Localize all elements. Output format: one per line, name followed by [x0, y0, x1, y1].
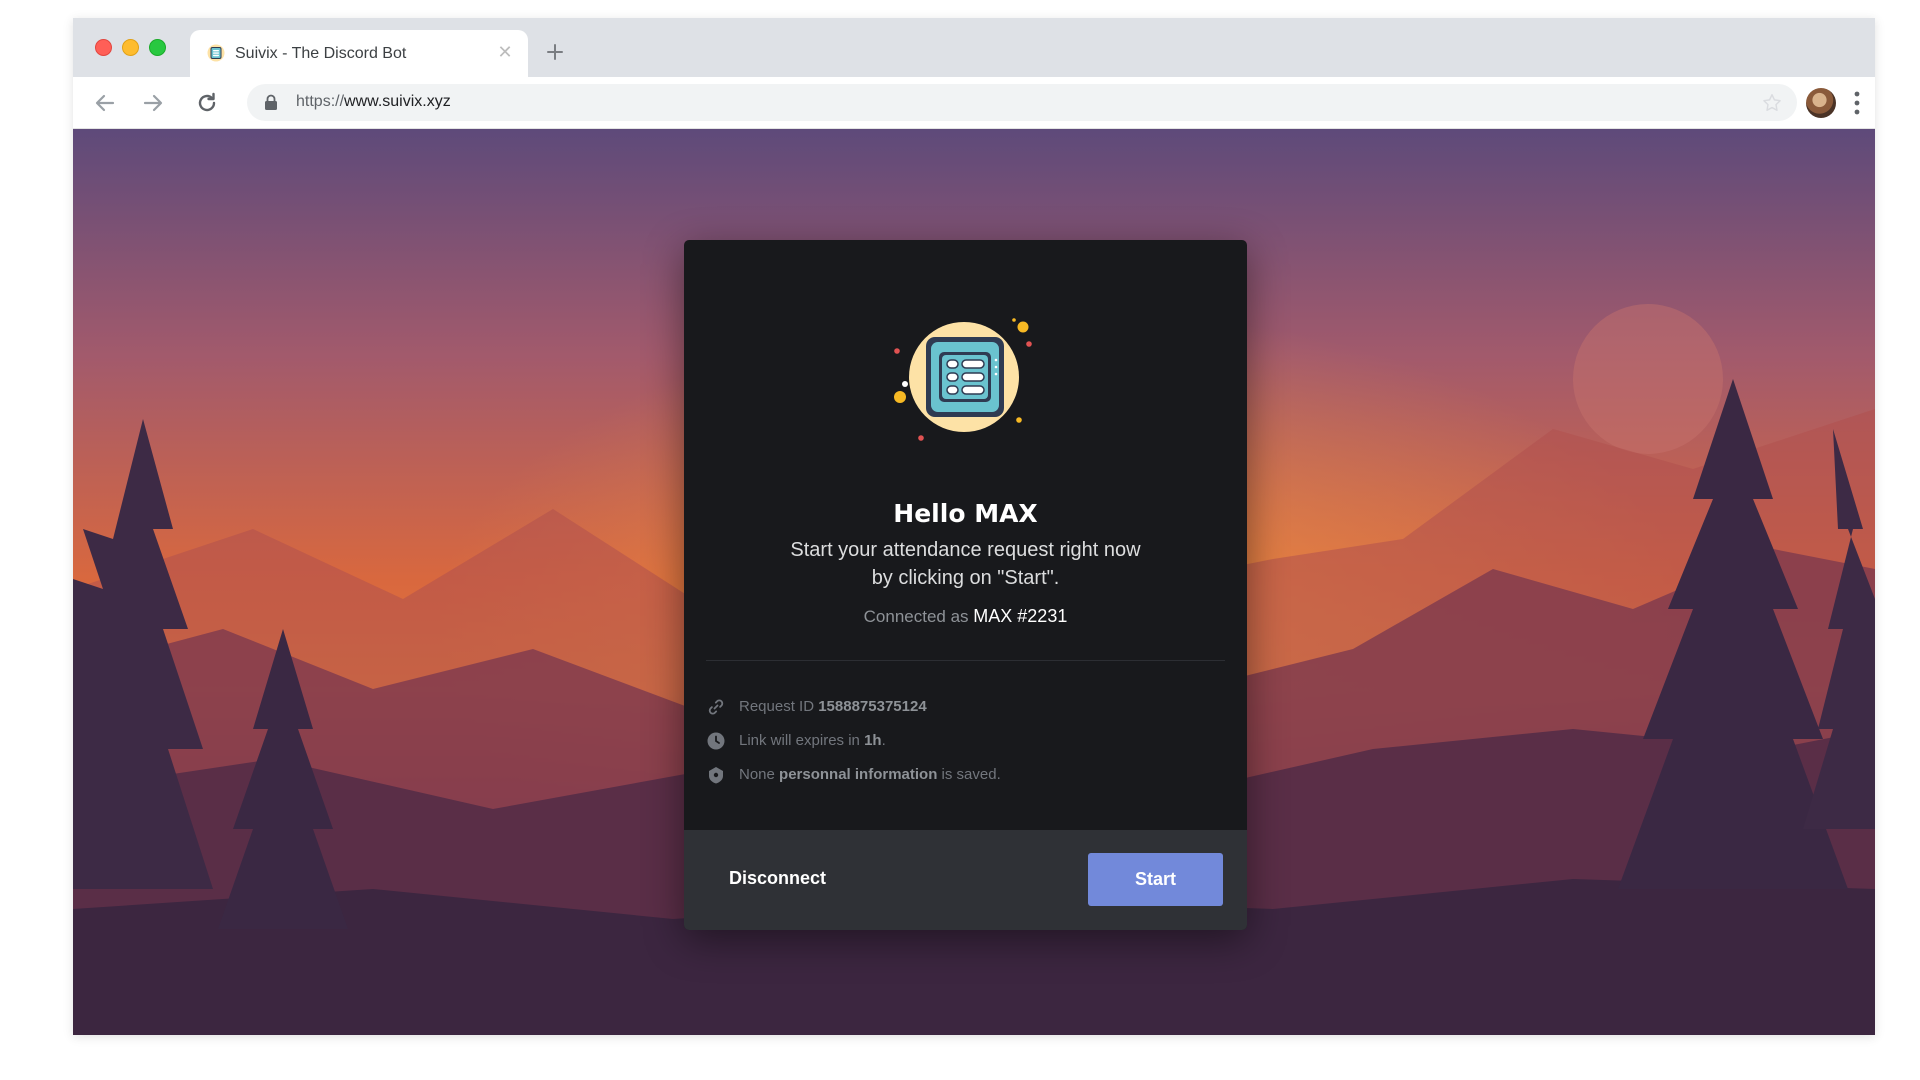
browser-window: Suivix - The Discord Bot ✕ https://www.s…	[73, 18, 1875, 1035]
back-arrow-icon[interactable]	[91, 89, 119, 117]
expiry-suffix: .	[881, 732, 886, 749]
connected-username: MAX #2231	[973, 606, 1068, 626]
address-bar[interactable]: https://www.suivix.xyz	[247, 84, 1797, 121]
suivix-logo-icon	[894, 318, 1032, 441]
minimize-window-button[interactable]	[122, 39, 139, 56]
browser-titlebar: Suivix - The Discord Bot ✕	[73, 18, 1875, 77]
connected-as-text: Connected as MAX #2231	[684, 606, 1247, 627]
divider	[706, 660, 1225, 661]
browser-toolbar: https://www.suivix.xyz	[73, 77, 1875, 129]
expiry-value: 1h	[864, 732, 882, 749]
shield-icon	[709, 767, 723, 784]
request-id-value: 1588875375124	[818, 698, 927, 715]
connected-prefix: Connected as	[863, 607, 969, 626]
expiry-prefix: Link will expires in	[739, 732, 860, 749]
disconnect-button[interactable]: Disconnect	[729, 868, 826, 889]
lock-icon	[265, 94, 277, 110]
forward-arrow-icon[interactable]	[139, 89, 167, 117]
url-text: https://www.suivix.xyz	[296, 93, 451, 111]
instruction-line-2: by clicking on "Start".	[871, 567, 1060, 589]
expiry-row: Link will expires in 1h.	[707, 730, 1207, 752]
expiry-text: Link will expires in 1h.	[739, 732, 886, 749]
maximize-window-button[interactable]	[149, 39, 166, 56]
new-tab-icon[interactable]	[543, 40, 567, 64]
bookmark-star-icon[interactable]	[1761, 92, 1783, 114]
instruction-line-1: Start your attendance request right now	[790, 539, 1141, 561]
close-window-button[interactable]	[95, 39, 112, 56]
suivix-favicon-icon	[207, 44, 225, 62]
clock-icon	[707, 732, 725, 750]
privacy-prefix: None	[739, 766, 775, 783]
tab-close-icon[interactable]: ✕	[496, 43, 514, 61]
tab-title: Suivix - The Discord Bot	[235, 45, 407, 62]
url-host: www.suivix.xyz	[344, 93, 451, 110]
reload-icon[interactable]	[193, 89, 221, 117]
url-scheme: https://	[296, 93, 345, 110]
instruction-text: Start your attendance request right now …	[684, 536, 1247, 592]
profile-avatar[interactable]	[1806, 88, 1836, 118]
request-id-row: Request ID 1588875375124	[707, 696, 1207, 718]
start-button[interactable]: Start	[1088, 853, 1223, 906]
request-id-label: Request ID	[739, 698, 815, 715]
privacy-bold: personnal information	[779, 766, 938, 783]
privacy-row: None personnal information is saved.	[707, 764, 1207, 786]
privacy-text: None personnal information is saved.	[739, 766, 1001, 783]
modal-footer: Disconnect Start	[684, 830, 1247, 930]
attendance-modal: Hello MAX Start your attendance request …	[684, 240, 1247, 930]
page-viewport: Hello MAX Start your attendance request …	[73, 129, 1875, 1035]
request-id-text: Request ID 1588875375124	[739, 698, 927, 715]
greeting-heading: Hello MAX	[893, 499, 1038, 528]
link-icon	[708, 699, 724, 715]
more-menu-icon[interactable]	[1853, 90, 1861, 116]
privacy-suffix: is saved.	[941, 766, 1001, 783]
browser-tab-active[interactable]: Suivix - The Discord Bot ✕	[190, 30, 528, 77]
